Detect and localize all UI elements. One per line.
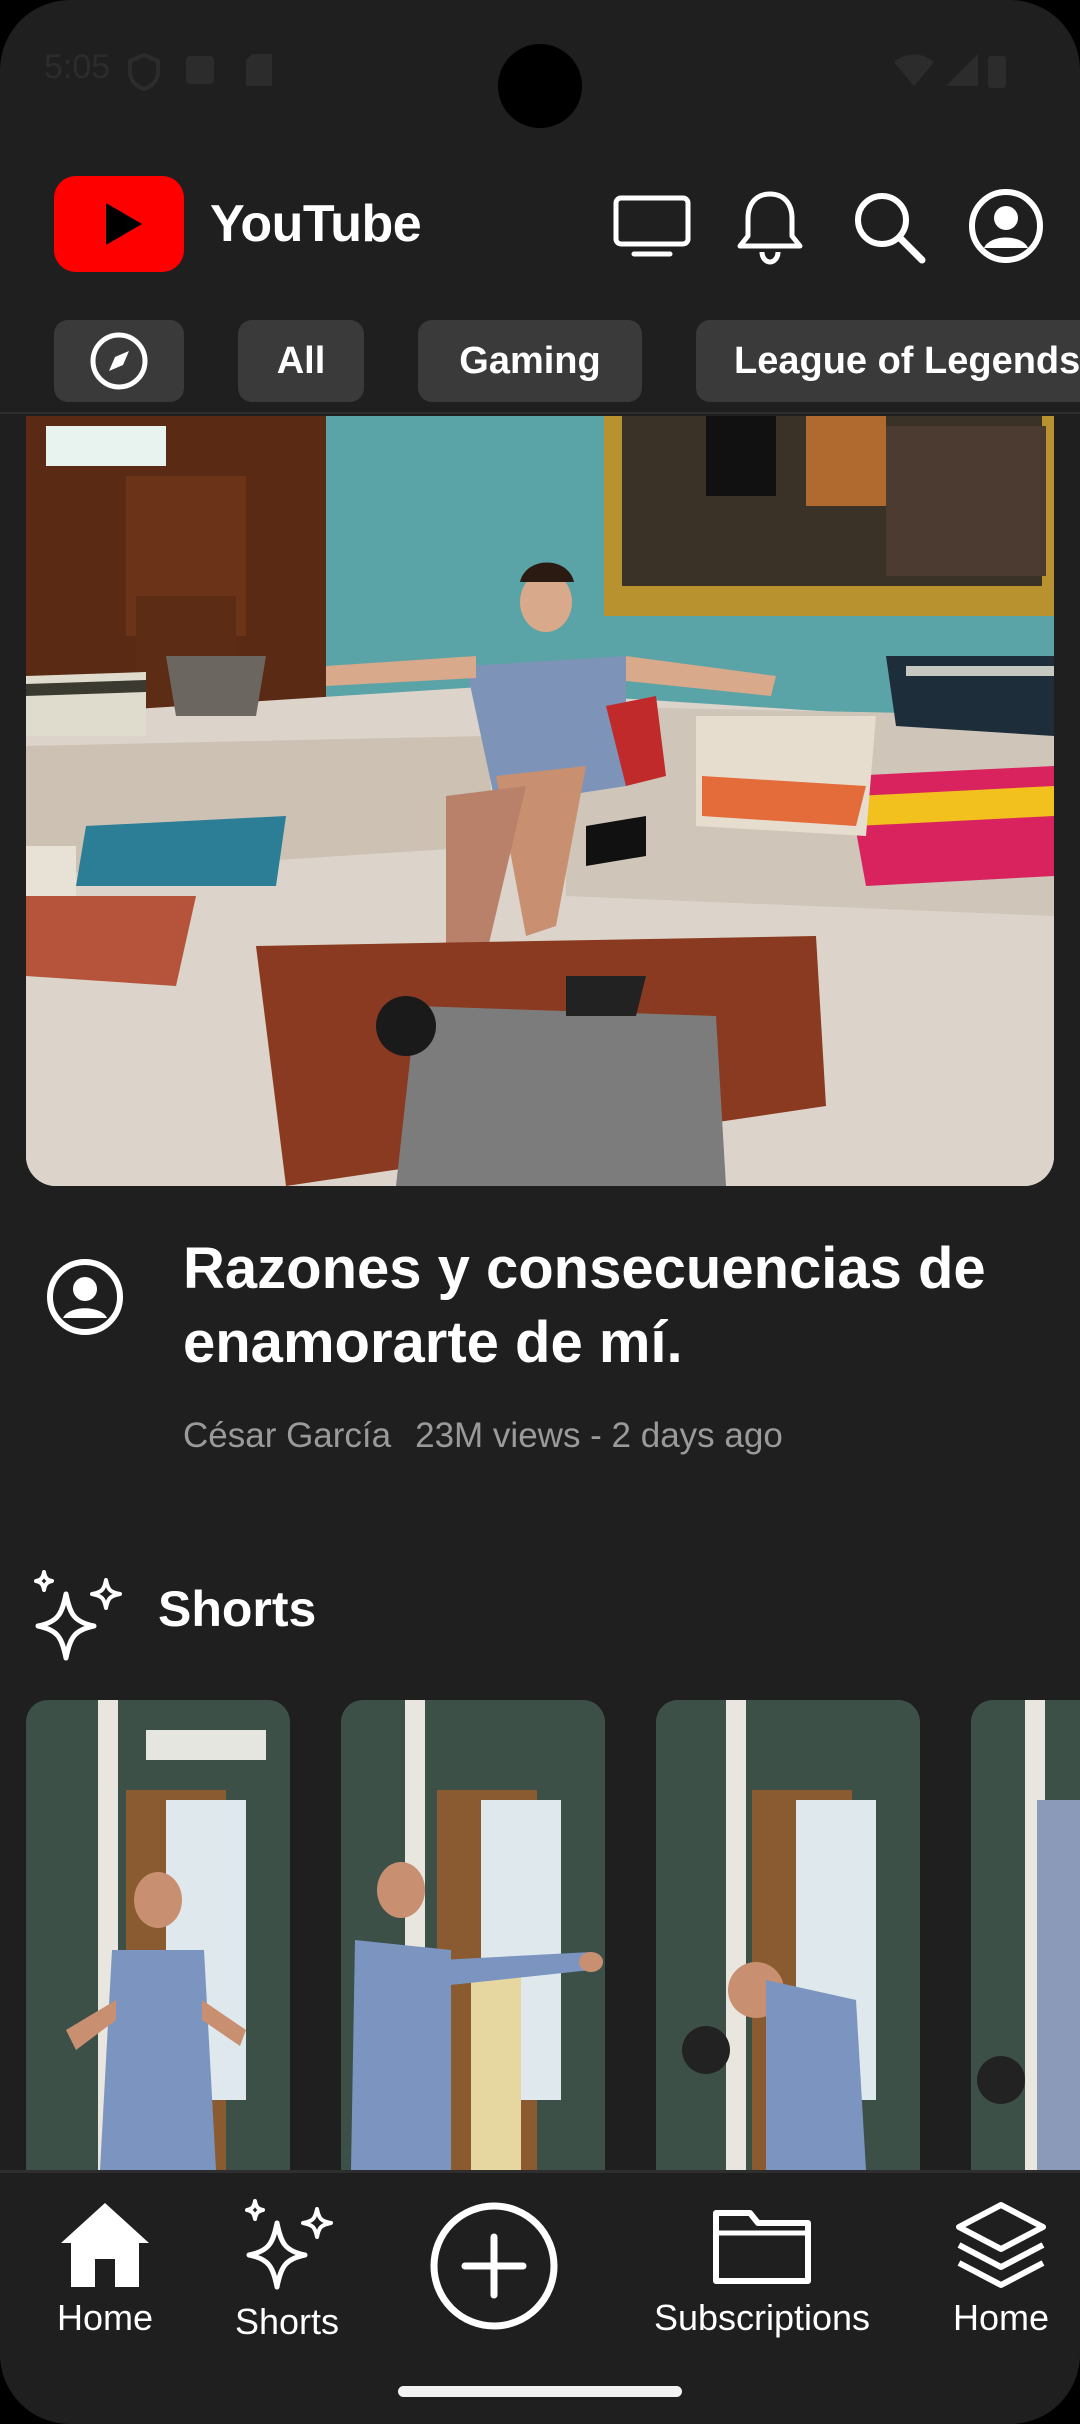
front-camera-cutout [498,44,582,128]
play-triangle-icon [106,203,142,245]
chip-all[interactable]: All [238,320,364,402]
status-time: 5:05 [44,48,111,86]
vpn-shield-icon [128,52,160,92]
shorts-sparkle-icon [245,2199,333,2290]
header-divider [0,412,1080,414]
notifications-bell-icon[interactable] [728,184,812,268]
nav-home-label: Home [56,2297,154,2338]
folder-icon [713,2210,811,2284]
nav-subscriptions[interactable]: Subscriptions [640,2173,884,2343]
nav-library[interactable]: Home [936,2173,1066,2343]
chip-league-of-legends[interactable]: League of Legends [696,320,1080,402]
short-image [26,1700,290,2170]
explore-compass-icon [90,332,148,390]
short-thumbnail[interactable] [26,1700,290,2170]
thumbnail-image [26,416,1054,1186]
youtube-logo[interactable] [54,176,184,272]
battery-icon [988,56,1006,88]
create-plus-icon [430,2202,558,2330]
search-icon[interactable] [846,184,930,268]
filter-chips: All Gaming League of Legends [0,320,1080,404]
signal-icon [946,54,978,86]
status-bar: 5:05 [0,0,1080,140]
short-thumbnail[interactable] [971,1700,1080,2170]
cast-tv-icon[interactable] [610,184,694,268]
short-image [656,1700,920,2170]
shorts-sparkle-icon [34,1570,122,1661]
channel-name[interactable]: César García [183,1416,391,1455]
shorts-heading: Shorts [158,1581,317,1637]
account-icon[interactable] [964,184,1048,268]
nav-home[interactable]: Home [40,2173,170,2343]
home-icon [61,2203,149,2287]
app-notification-icon [186,56,214,84]
app-title: YouTube [210,195,422,253]
short-image [971,1700,1080,2170]
nav-library-label: Home [952,2297,1050,2338]
layers-icon [956,2202,1046,2288]
chip-explore[interactable] [54,320,184,402]
sd-card-icon [246,54,272,86]
video-metadata: César García 23M views - 2 days ago [183,1416,783,1456]
gesture-navigation-bar[interactable] [398,2386,682,2397]
short-thumbnail[interactable] [656,1700,920,2170]
nav-subscriptions-label: Subscriptions [653,2297,871,2338]
nav-shorts-label: Shorts [234,2301,340,2342]
video-title[interactable]: Razones y consecuencias de enamorarte de… [183,1232,1043,1380]
youtube-home-screen: { "status_bar": { "time": "5:05" }, "hea… [0,0,1080,2424]
wifi-icon [894,54,934,86]
nav-create[interactable] [424,2173,564,2343]
video-stats: 23M views - 2 days ago [415,1416,783,1455]
short-image [341,1700,605,2170]
channel-avatar-icon[interactable] [44,1256,126,1338]
short-thumbnail[interactable] [341,1700,605,2170]
nav-shorts[interactable]: Shorts [222,2173,352,2343]
chip-gaming[interactable]: Gaming [418,320,642,402]
video-thumbnail[interactable] [26,416,1054,1186]
